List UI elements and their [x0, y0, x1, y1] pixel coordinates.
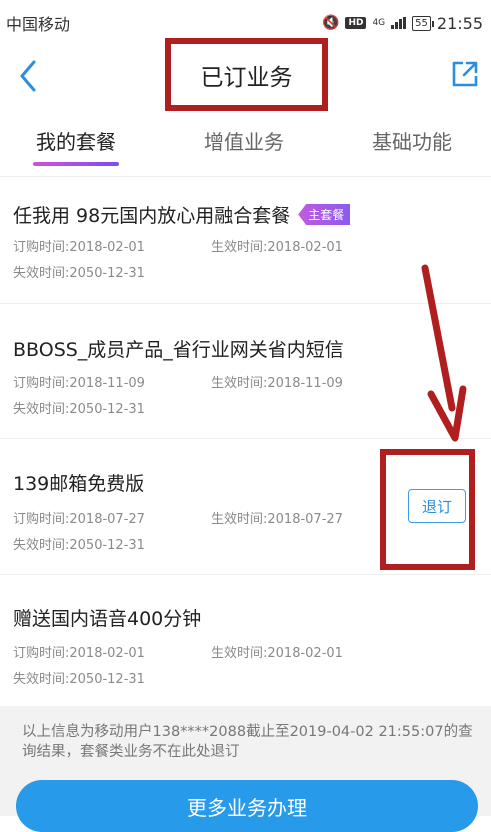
package-name: 任我用 98元国内放心用融合套餐 主套餐 — [13, 201, 351, 228]
clock: 21:55 — [436, 13, 483, 33]
expire-time: 失效时间:2050-12-31 — [13, 538, 145, 553]
order-time: 订购时间:2018-11-09 — [13, 376, 145, 391]
hd-icon: HD — [345, 17, 367, 29]
effective-time: 生效时间:2018-02-01 — [211, 240, 343, 255]
active-tab-indicator — [33, 162, 119, 166]
effective-time: 生效时间:2018-07-27 — [211, 512, 343, 527]
battery-icon: 55 — [412, 15, 434, 31]
package-name: BBOSS_成员产品_省行业网关省内短信 — [13, 339, 344, 361]
expire-time: 失效时间:2050-12-31 — [13, 266, 145, 281]
query-note: 以上信息为移动用户138****2088截止至2019-04-02 21:55:… — [22, 724, 473, 760]
tab-basic-functions[interactable]: 基础功能 — [372, 126, 452, 155]
carrier-name: 中国移动 — [6, 15, 71, 34]
list-item[interactable]: BBOSS_成员产品_省行业网关省内短信 订购时间:2018-11-09 生效时… — [0, 303, 491, 439]
footer: 以上信息为移动用户138****2088截止至2019-04-02 21:55:… — [0, 706, 491, 832]
package-name: 139邮箱免费版 — [13, 473, 145, 495]
expire-time: 失效时间:2050-12-31 — [13, 672, 145, 687]
list-item[interactable]: 任我用 98元国内放心用融合套餐 主套餐 订购时间:2018-02-01 生效时间… — [0, 176, 491, 304]
tab-value-added[interactable]: 增值业务 — [204, 126, 284, 155]
effective-time: 生效时间:2018-11-09 — [211, 376, 343, 391]
status-icons: 🔇 HD 4G 55 21:55 — [322, 14, 483, 33]
share-icon[interactable] — [451, 60, 479, 88]
more-services-button[interactable]: 更多业务办理 — [16, 780, 478, 832]
nav-bar: 已订业务 — [0, 38, 491, 111]
tab-my-package[interactable]: 我的套餐 — [36, 126, 116, 155]
expire-time: 失效时间:2050-12-31 — [13, 402, 145, 417]
list-item[interactable]: 赠送国内语音400分钟 订购时间:2018-02-01 生效时间:2018-02… — [0, 574, 491, 706]
order-time: 订购时间:2018-07-27 — [13, 512, 145, 527]
back-icon[interactable] — [14, 56, 44, 96]
page-title-highlight: 已订业务 — [165, 38, 328, 111]
main-package-badge: 主套餐 — [298, 204, 351, 225]
signal-icon — [391, 17, 407, 29]
network-icon: 4G — [372, 17, 386, 28]
page-title: 已订业务 — [200, 64, 293, 91]
order-time: 订购时间:2018-02-01 — [13, 646, 145, 661]
network-type: 4G — [372, 17, 386, 28]
mute-icon: 🔇 — [322, 15, 340, 31]
unsubscribe-button[interactable]: 退订 — [408, 489, 466, 523]
tab-bar: 我的套餐 增值业务 基础功能 — [0, 116, 491, 177]
package-name: 赠送国内语音400分钟 — [13, 608, 202, 630]
effective-time: 生效时间:2018-02-01 — [211, 646, 343, 661]
order-time: 订购时间:2018-02-01 — [13, 240, 145, 255]
